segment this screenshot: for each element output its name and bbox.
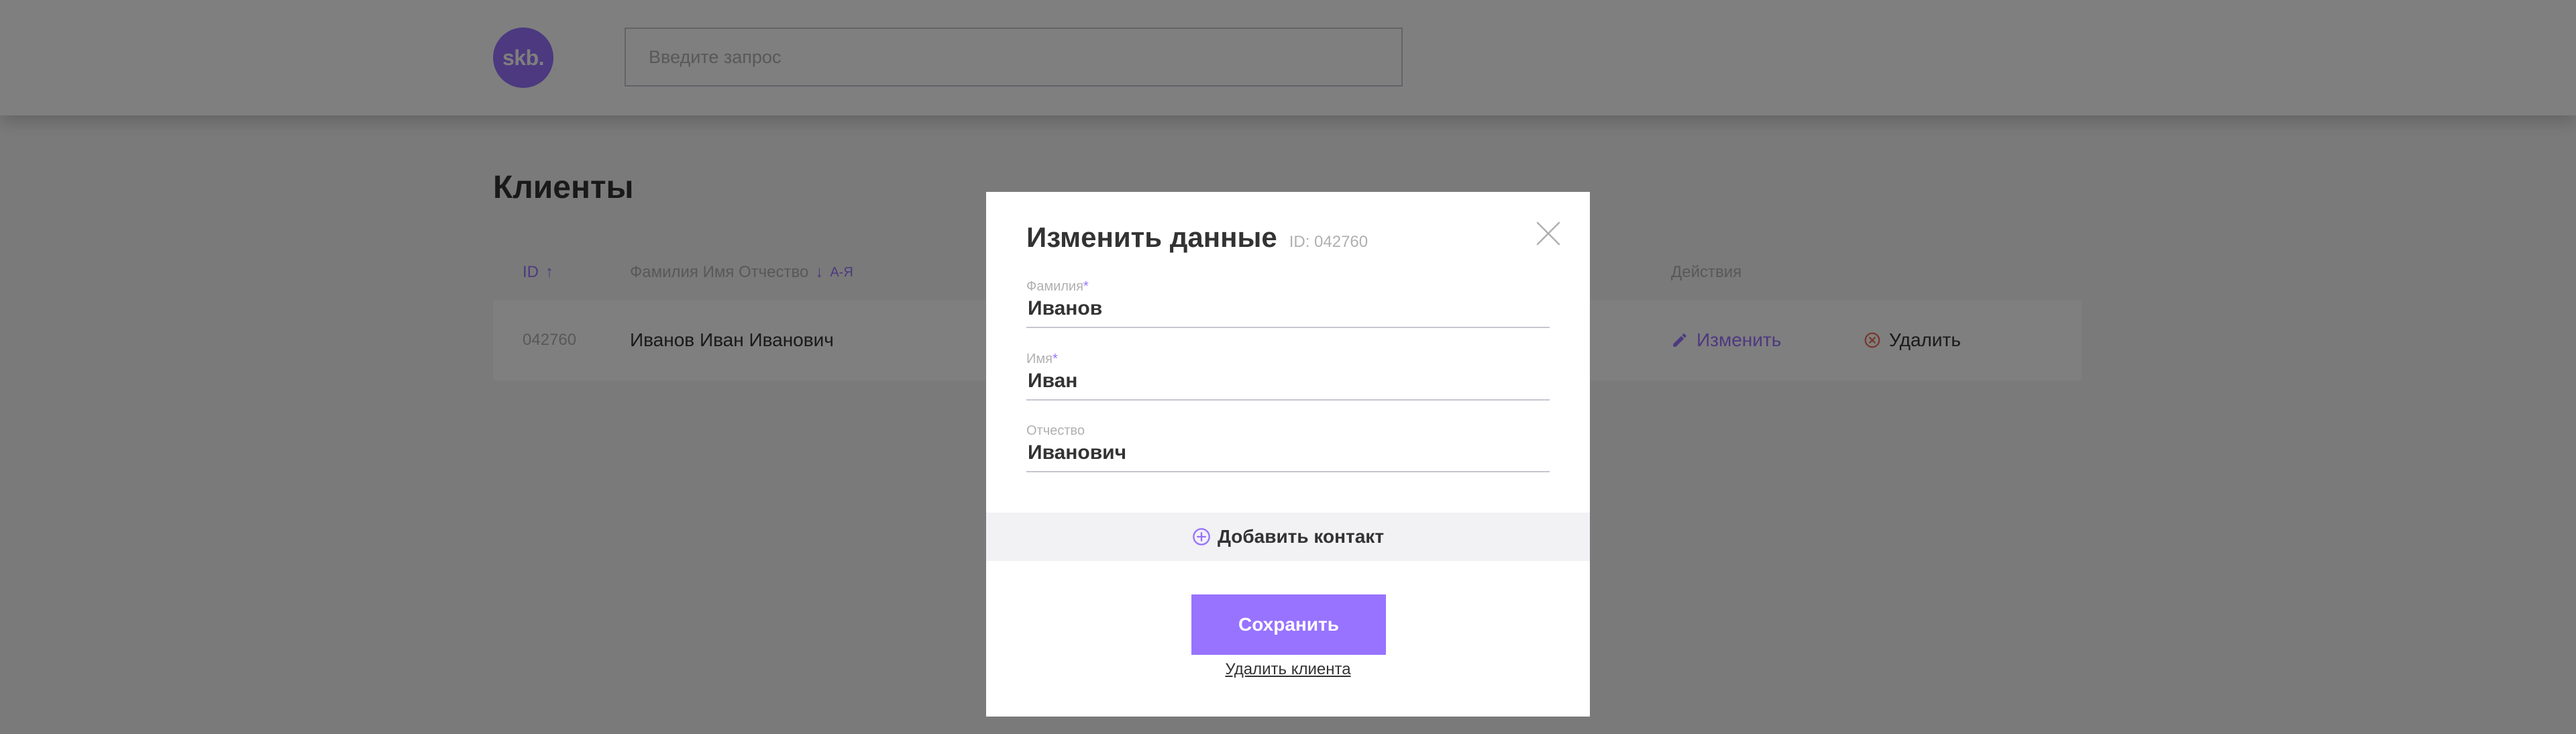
patronymic-label: Отчество: [1026, 423, 1085, 438]
plus-circle-icon: [1193, 528, 1210, 545]
patronymic-field: Отчество: [1026, 423, 1550, 472]
edit-client-modal: Изменить данные ID: 042760 Фамилия* Имя*…: [986, 192, 1590, 717]
surname-label: Фамилия*: [1026, 279, 1089, 294]
modal-client-id: ID: 042760: [1289, 233, 1368, 251]
modal-header: Изменить данные ID: 042760: [1026, 221, 1368, 254]
delete-client-link[interactable]: Удалить клиента: [1225, 660, 1350, 678]
close-icon: [1536, 221, 1560, 246]
name-input[interactable]: [1026, 367, 1550, 401]
add-contact-button[interactable]: Добавить контакт: [986, 513, 1590, 561]
delete-client-container: Удалить клиента: [986, 660, 1590, 679]
modal-title: Изменить данные: [1026, 221, 1277, 253]
save-button[interactable]: Сохранить: [1191, 594, 1386, 655]
add-contact-label: Добавить контакт: [1217, 526, 1385, 547]
surname-input[interactable]: [1026, 295, 1550, 328]
close-button[interactable]: [1534, 219, 1563, 248]
name-field: Имя*: [1026, 352, 1550, 401]
patronymic-input[interactable]: [1026, 439, 1550, 472]
name-label: Имя*: [1026, 352, 1058, 366]
surname-field: Фамилия*: [1026, 279, 1550, 328]
